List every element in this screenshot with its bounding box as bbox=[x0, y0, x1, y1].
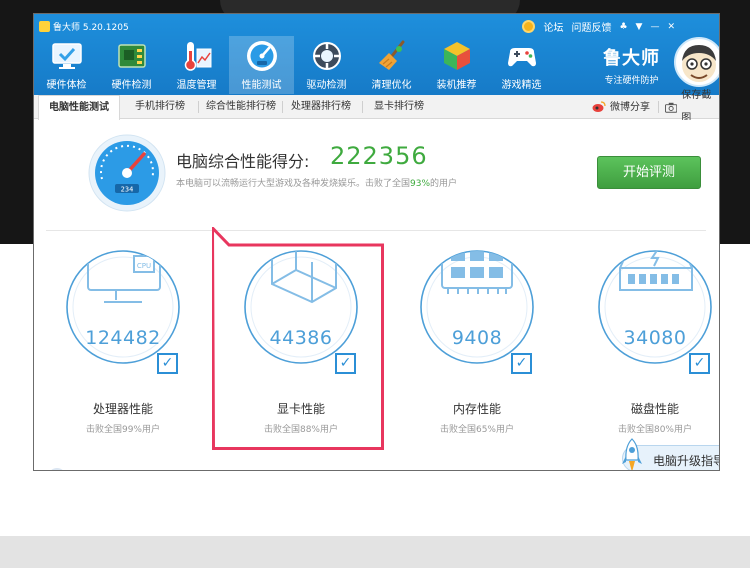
avatar[interactable] bbox=[674, 37, 719, 87]
tab-phone-ranking[interactable]: 手机排行榜 bbox=[128, 95, 192, 119]
brand-name: 鲁大师 bbox=[603, 48, 660, 69]
monitor-check-icon bbox=[51, 43, 82, 69]
disk-performance-card[interactable]: 34080 ✓ 磁盘性能 击败全国80%用户 bbox=[596, 244, 716, 454]
check-icon: ✓ bbox=[511, 353, 532, 374]
tab-computer-performance[interactable]: 电脑性能测试 bbox=[38, 95, 120, 120]
memory-performance-card[interactable]: 9408 ✓ 内存性能 击败全国65%用户 bbox=[418, 244, 538, 454]
memory-beat-desc: 击败全国65%用户 bbox=[439, 425, 514, 435]
toolbar-item-temperature[interactable]: 温度管理 bbox=[164, 36, 229, 94]
app-logo-icon bbox=[39, 21, 50, 32]
tab-separator bbox=[658, 101, 659, 113]
minimize-button[interactable]: — bbox=[650, 22, 659, 32]
toolbar-label: 驱动检测 bbox=[306, 80, 347, 91]
thermometer-icon bbox=[184, 42, 211, 71]
cpu-score: 124482 bbox=[85, 327, 161, 349]
tab-cpu-ranking[interactable]: 处理器排行榜 bbox=[286, 95, 356, 119]
menu-dropdown-icon[interactable]: ▼ bbox=[636, 22, 643, 32]
tab-gpu-ranking[interactable]: 显卡排行榜 bbox=[368, 95, 430, 119]
toolbar-item-build-recommend[interactable]: 装机推荐 bbox=[424, 36, 489, 94]
tab-separator bbox=[362, 101, 363, 113]
speed-gauge-icon: 234 bbox=[88, 134, 166, 212]
score-desc-percent: 93% bbox=[410, 179, 431, 189]
weibo-icon bbox=[592, 101, 606, 112]
cube-icon bbox=[443, 42, 470, 70]
app-title-text: 鲁大师 5.20.1205 bbox=[53, 23, 129, 33]
app-title: 鲁大师 5.20.1205 bbox=[39, 20, 129, 33]
toolbar-label: 硬件体检 bbox=[46, 80, 87, 91]
tab-bar: 电脑性能测试 手机排行榜 综合性能排行榜 处理器排行榜 显卡排行榜 微博分享 保… bbox=[34, 90, 719, 124]
toolbar-label: 硬件检测 bbox=[111, 80, 152, 91]
forum-link[interactable]: 论坛 bbox=[543, 19, 563, 34]
check-icon: ✓ bbox=[157, 353, 178, 374]
speedometer-icon bbox=[246, 41, 277, 71]
save-screenshot-button[interactable]: 保存截图 bbox=[665, 90, 719, 124]
score-description: 本电脑可以流畅运行大型游戏及各种发烧娱乐。击败了全国93%的用户 bbox=[176, 176, 457, 189]
check-icon: ✓ bbox=[689, 353, 710, 374]
gauge-odometer-text: 234 bbox=[121, 186, 134, 194]
broom-icon bbox=[378, 40, 404, 70]
mascot-face-icon bbox=[682, 45, 716, 82]
tab-overall-ranking[interactable]: 综合性能排行榜 bbox=[202, 95, 280, 119]
start-test-button[interactable]: 开始评测 bbox=[597, 156, 701, 189]
cpu-chip-label: CPU bbox=[137, 262, 151, 270]
disk-performance-label: 磁盘性能 bbox=[630, 402, 679, 416]
cpu-performance-card[interactable]: CPU 124482 ✓ 处理器性能 击败全国99%用户 bbox=[64, 244, 184, 454]
skin-icon[interactable]: ♣ bbox=[619, 22, 627, 32]
driver-gear-icon bbox=[312, 42, 341, 70]
tab-separator bbox=[282, 101, 283, 113]
feedback-link[interactable]: 问题反馈 bbox=[571, 19, 611, 34]
corner-avatar-icon[interactable] bbox=[48, 468, 66, 470]
toolbar-label: 装机推荐 bbox=[436, 80, 477, 91]
memory-score: 9408 bbox=[451, 327, 503, 349]
toolbar-item-game-picks[interactable]: 游戏精选 bbox=[489, 36, 554, 94]
title-links: 论坛 问题反馈 ♣ ▼ — ✕ bbox=[522, 19, 675, 34]
gamepad-icon bbox=[507, 48, 536, 67]
toolbar-label: 游戏精选 bbox=[501, 80, 542, 91]
brand-slogan: 专注硬件防护 bbox=[604, 76, 659, 86]
main-toolbar: 硬件体检 硬件检测 温度管理 性能测试 驱动检测 清理优化 装机推荐 游戏精选 bbox=[34, 36, 554, 94]
cpu-performance-label: 处理器性能 bbox=[92, 402, 153, 416]
toolbar-label: 清理优化 bbox=[371, 80, 412, 91]
upgrade-guide-button[interactable]: 电脑升级指导 bbox=[622, 438, 720, 470]
cpu-beat-desc: 击败全国99%用户 bbox=[85, 425, 160, 435]
disk-score: 34080 bbox=[623, 327, 687, 349]
score-desc-suffix: 的用户 bbox=[430, 179, 458, 189]
weibo-share-button[interactable]: 微博分享 bbox=[592, 95, 650, 119]
brand: 鲁大师 专注硬件防护 bbox=[603, 44, 660, 86]
circuit-board-icon bbox=[117, 44, 146, 68]
close-button[interactable]: ✕ bbox=[667, 22, 675, 32]
score-desc-prefix: 本电脑可以流畅运行大型游戏及各种发烧娱乐。击败了全国 bbox=[176, 179, 411, 189]
toolbar-item-hardware-checkup[interactable]: 硬件体检 bbox=[34, 36, 99, 94]
gpu-highlight-frame bbox=[212, 227, 384, 450]
memory-performance-label: 内存性能 bbox=[452, 402, 501, 416]
toolbar-item-clean-optimize[interactable]: 清理优化 bbox=[359, 36, 424, 94]
medal-icon[interactable] bbox=[522, 20, 536, 33]
toolbar-label: 性能测试 bbox=[241, 80, 282, 91]
upgrade-guide-label: 电脑升级指导 bbox=[653, 454, 720, 468]
toolbar-label: 温度管理 bbox=[176, 80, 217, 91]
camera-icon bbox=[665, 102, 678, 113]
weibo-share-label: 微博分享 bbox=[610, 101, 650, 113]
page-background-footer bbox=[0, 536, 750, 568]
toolbar-item-hardware-detect[interactable]: 硬件检测 bbox=[99, 36, 164, 94]
toolbar-item-driver-detect[interactable]: 驱动检测 bbox=[294, 36, 359, 94]
tab-separator bbox=[198, 101, 199, 113]
toolbar-item-performance-test[interactable]: 性能测试 bbox=[229, 36, 294, 94]
rocket-icon bbox=[622, 438, 642, 470]
disk-beat-desc: 击败全国80%用户 bbox=[617, 425, 692, 435]
score-value: 222356 bbox=[330, 142, 428, 170]
score-title: 电脑综合性能得分: bbox=[176, 152, 310, 171]
